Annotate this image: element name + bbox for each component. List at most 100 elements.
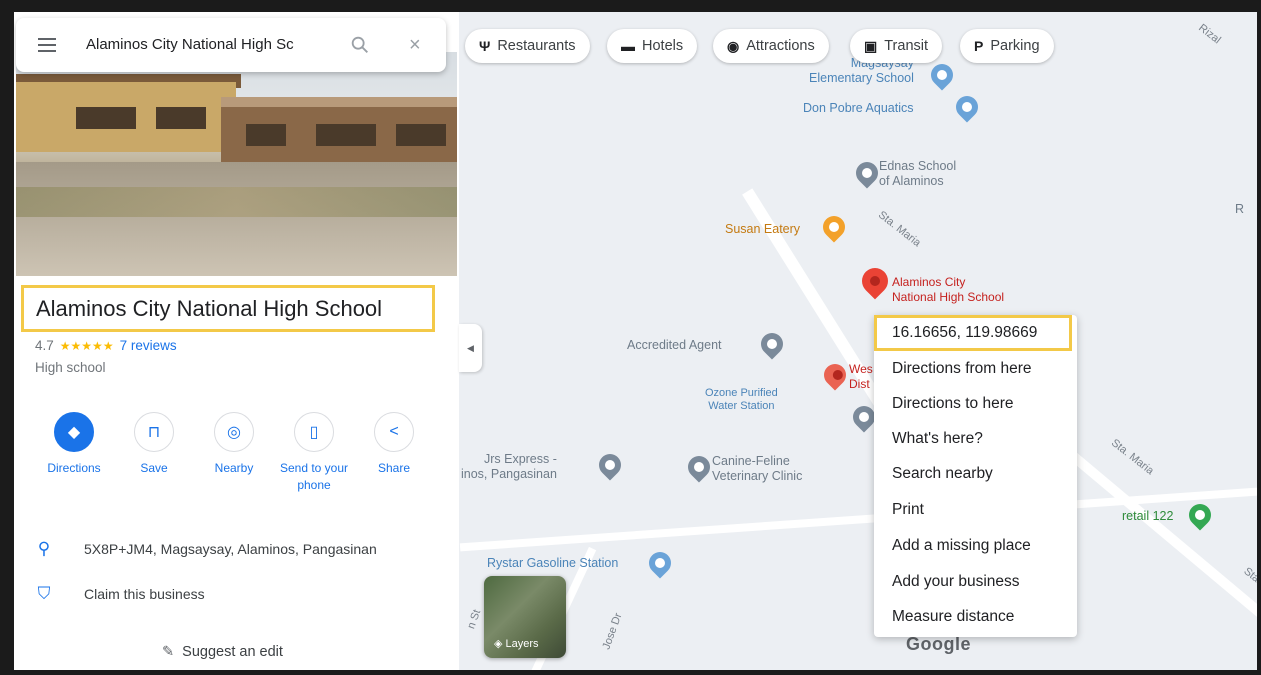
directions-button[interactable]: ◆ Directions	[34, 412, 114, 477]
collapse-panel-button[interactable]: ◀	[459, 324, 482, 372]
poi-label-accredited-agent[interactable]: Accredited Agent	[627, 338, 722, 353]
chip-parking[interactable]: P Parking	[960, 29, 1054, 63]
action-row: ◆ Directions ⊓ Save ◎ Nearby ▯ Send to y…	[34, 412, 444, 492]
street-label-sta-maria: Sta. Maria	[875, 208, 923, 250]
poi-label-don-pobre[interactable]: Don Pobre Aquatics	[803, 101, 914, 116]
poi-label-hospital[interactable]: Wes Dist	[849, 362, 873, 392]
poi-label-susan-eatery[interactable]: Susan Eatery	[725, 222, 800, 237]
chip-transit[interactable]: ▣ Transit	[850, 29, 943, 63]
place-photo[interactable]	[16, 52, 457, 276]
address-row[interactable]: ⚲ 5X8P+JM4, Magsaysay, Alaminos, Pangasi…	[34, 539, 377, 559]
search-icon[interactable]	[349, 34, 371, 56]
photo-window	[246, 124, 286, 146]
map-canvas[interactable]: Rizal R Magsaysay Elementary School Don …	[459, 12, 1257, 670]
action-label: Nearby	[214, 461, 254, 475]
street-label-left: n St	[465, 608, 484, 631]
poi-label-jrs-express[interactable]: Jrs Express - inos, Pangasinan	[461, 452, 557, 482]
coordinates-item[interactable]: 16.16656, 119.98669	[892, 324, 1037, 342]
chip-label: Transit	[884, 38, 929, 54]
place-title: Alaminos City National High School	[36, 296, 383, 321]
suggest-edit-button[interactable]: ✎ Suggest an edit	[162, 644, 283, 660]
bookmark-icon: ⊓	[134, 412, 174, 452]
search-box[interactable]: Alaminos City National High Sc ×	[16, 18, 446, 72]
map-edge-label: R	[1235, 202, 1245, 216]
claim-business-row[interactable]: ⛉ Claim this business	[34, 584, 205, 604]
menu-item-directions-from[interactable]: Directions from here	[892, 360, 1032, 378]
selected-place-pin-icon[interactable]	[856, 262, 894, 300]
search-input[interactable]: Alaminos City National High Sc	[86, 36, 318, 53]
location-pin-icon: ⚲	[37, 539, 51, 558]
claim-business-text: Claim this business	[84, 586, 205, 602]
menu-item-whats-here[interactable]: What's here?	[892, 430, 983, 448]
action-label: Directions	[47, 461, 101, 475]
chip-label: Restaurants	[497, 38, 576, 54]
chip-hotels[interactable]: ▬ Hotels	[607, 29, 698, 63]
chip-attractions[interactable]: ◉ Attractions	[713, 29, 829, 63]
place-panel: Alaminos City National High Sc × Alamino…	[14, 12, 459, 670]
nearby-button[interactable]: ◎ Nearby	[194, 412, 274, 477]
menu-item-add-business[interactable]: Add your business	[892, 573, 1020, 591]
action-label: Send to your phone	[279, 461, 349, 492]
business-pin-icon[interactable]	[594, 449, 626, 481]
hamburger-menu-icon[interactable]	[38, 38, 56, 52]
phone-icon: ▯	[294, 412, 334, 452]
layers-text: Layers	[505, 638, 539, 650]
vet-pin-icon[interactable]	[683, 451, 715, 483]
school-pin-icon[interactable]	[851, 157, 883, 189]
photo-window	[316, 124, 376, 146]
gas-station-pin-icon[interactable]	[644, 547, 676, 579]
pool-pin-icon[interactable]	[951, 91, 983, 123]
rating-value: 4.7	[35, 338, 54, 353]
poi-label-canine-feline[interactable]: Canine-Feline Veterinary Clinic	[712, 454, 802, 484]
poi-label-rystar[interactable]: Rystar Gasoline Station	[487, 556, 618, 571]
photo-window	[76, 107, 136, 129]
shield-check-icon: ⛉	[37, 584, 51, 603]
menu-item-add-missing-place[interactable]: Add a missing place	[892, 537, 1031, 555]
business-pin-icon[interactable]	[756, 328, 788, 360]
maps-window: Rizal R Magsaysay Elementary School Don …	[14, 12, 1257, 670]
save-button[interactable]: ⊓ Save	[114, 412, 194, 477]
school-pin-icon[interactable]	[926, 59, 958, 91]
layers-button[interactable]: ◈ Layers	[484, 576, 566, 658]
address-text: 5X8P+JM4, Magsaysay, Alaminos, Pangasina…	[84, 541, 377, 557]
street-label-edge: Sta	[1241, 565, 1257, 585]
nearby-icon: ◎	[214, 412, 254, 452]
action-label: Save	[140, 461, 168, 475]
attraction-icon: ◉	[727, 37, 740, 54]
transit-icon: ▣	[864, 37, 878, 54]
hospital-pin-icon[interactable]	[819, 359, 851, 391]
poi-label-retail-122[interactable]: retail 122	[1122, 509, 1173, 524]
context-menu: 16.16656, 119.98669 Directions from here…	[874, 315, 1077, 637]
poi-label-ednas[interactable]: Ednas School of Alaminos	[879, 159, 956, 189]
parking-icon: P	[974, 38, 984, 54]
menu-item-directions-to[interactable]: Directions to here	[892, 395, 1013, 413]
chip-label: Hotels	[642, 38, 684, 54]
close-icon[interactable]: ×	[409, 34, 427, 56]
poi-label-ozone[interactable]: Ozone Purified Water Station	[705, 387, 778, 413]
chip-label: Parking	[990, 38, 1040, 54]
share-button[interactable]: < Share	[354, 412, 434, 477]
chip-label: Attractions	[746, 38, 815, 54]
selected-place-label[interactable]: Alaminos City National High School	[892, 275, 1004, 305]
google-logo: Google	[906, 634, 971, 654]
menu-item-print[interactable]: Print	[892, 501, 924, 519]
photo-window	[396, 124, 446, 146]
shop-pin-icon[interactable]	[1184, 499, 1216, 531]
rating-line: 4.7 ★★★★★ 7 reviews	[35, 338, 177, 353]
screenshot-frame: Rizal R Magsaysay Elementary School Don …	[0, 0, 1261, 675]
menu-item-measure-distance[interactable]: Measure distance	[892, 608, 1014, 626]
suggest-edit-label: Suggest an edit	[182, 644, 283, 660]
restaurant-icon: Ψ	[479, 38, 491, 54]
directions-icon: ◆	[54, 412, 94, 452]
send-to-phone-button[interactable]: ▯ Send to your phone	[274, 412, 354, 494]
restaurant-pin-icon[interactable]	[818, 211, 850, 243]
photo-grass	[16, 187, 457, 217]
street-label-sta-maria: Sta. Maria	[1108, 436, 1156, 478]
street-label-jose: Jose Dr	[600, 611, 625, 652]
hotel-icon: ▬	[621, 38, 635, 54]
layers-label: ◈ Layers	[494, 638, 539, 650]
place-category[interactable]: High school	[35, 360, 106, 375]
chip-restaurants[interactable]: Ψ Restaurants	[465, 29, 590, 63]
menu-item-search-nearby[interactable]: Search nearby	[892, 465, 993, 483]
reviews-link[interactable]: 7 reviews	[120, 338, 177, 353]
